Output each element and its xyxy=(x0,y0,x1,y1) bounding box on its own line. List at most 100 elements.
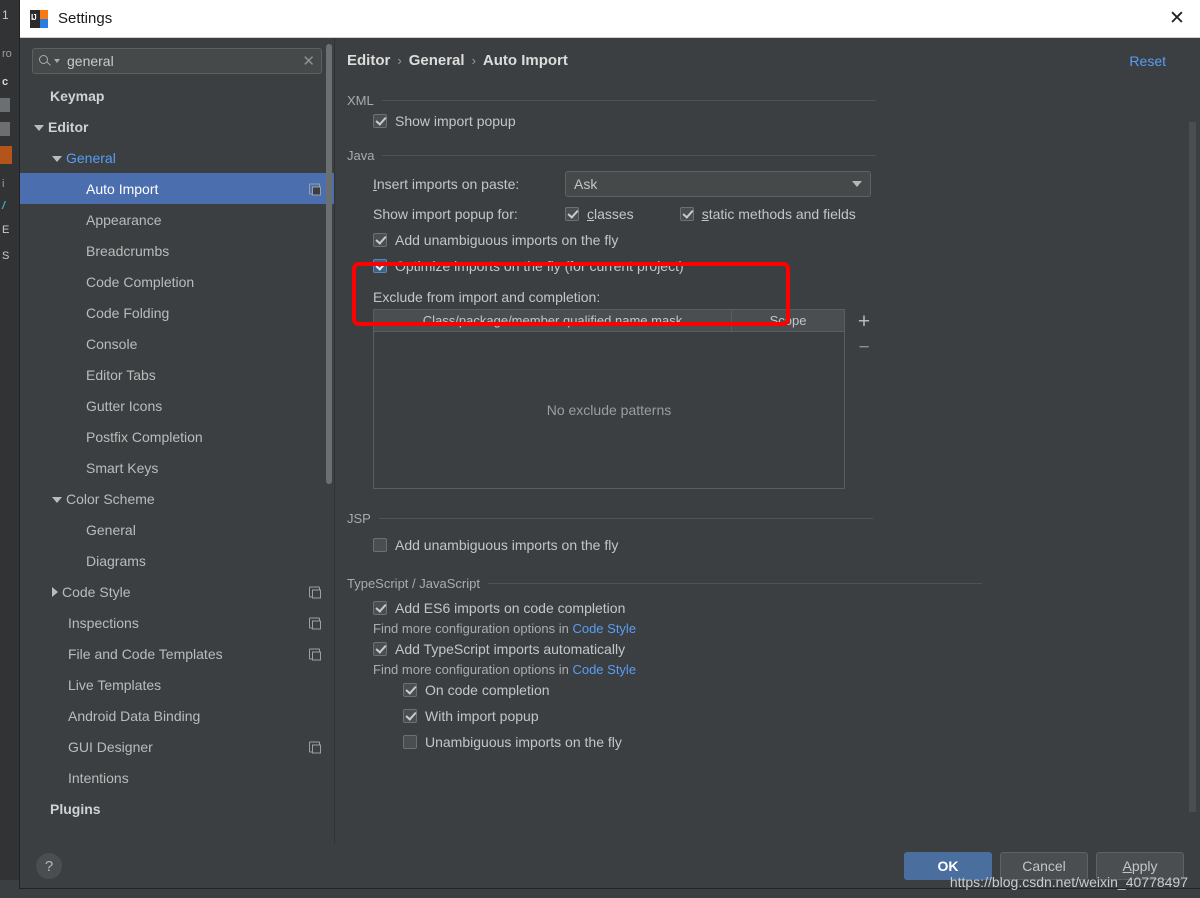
section-header-java: Java xyxy=(347,148,1200,163)
copy-icon[interactable] xyxy=(309,617,321,629)
sidebar-item-label: Breadcrumbs xyxy=(86,242,170,259)
checkbox-row-add-es6[interactable]: Add ES6 imports on code completion xyxy=(373,595,1200,621)
label-add-ts: Add TypeScript imports automatically xyxy=(395,641,626,657)
checkbox-row-jsp-add-unambiguous[interactable]: Add unambiguous imports on the fly xyxy=(373,532,1200,558)
chevron-down-icon[interactable] xyxy=(54,59,60,63)
sidebar-item-keymap[interactable]: Keymap xyxy=(20,80,334,111)
checkbox-row-with-import-popup[interactable]: With import popup xyxy=(403,703,1200,729)
sidebar-item-smart-keys[interactable]: Smart Keys xyxy=(20,452,334,483)
table-column-header-mask[interactable]: Class/package/member qualified name mask xyxy=(374,310,732,331)
exclude-table[interactable]: Class/package/member qualified name mask… xyxy=(373,309,845,489)
checkbox-row-on-code-completion[interactable]: On code completion xyxy=(403,677,1200,703)
checkbox-with-import-popup[interactable] xyxy=(403,709,417,723)
breadcrumb-item-editor[interactable]: Editor xyxy=(347,52,390,69)
sidebar-item-editor[interactable]: Editor xyxy=(20,111,334,142)
chevron-down-icon[interactable] xyxy=(52,155,62,162)
breadcrumb-separator: › xyxy=(397,53,402,68)
help-button[interactable]: ? xyxy=(36,853,62,879)
code-style-link[interactable]: Code Style xyxy=(572,662,636,677)
sidebar-item-console[interactable]: Console xyxy=(20,328,334,359)
code-style-link[interactable]: Code Style xyxy=(572,621,636,636)
label-static-methods-and-fields: static methods and fields xyxy=(701,206,856,222)
breadcrumb-item-general[interactable]: General xyxy=(409,52,465,69)
sidebar-item-editor-tabs[interactable]: Editor Tabs xyxy=(20,359,334,390)
breadcrumb-item-auto-import[interactable]: Auto Import xyxy=(483,52,568,69)
add-exclude-button[interactable]: + xyxy=(851,309,877,335)
checkbox-add-es6[interactable] xyxy=(373,601,387,615)
sidebar-item-breadcrumbs[interactable]: Breadcrumbs xyxy=(20,235,334,266)
reset-link[interactable]: Reset xyxy=(1129,53,1166,69)
field-insert-imports-on-paste: Insert imports on paste: Ask xyxy=(373,167,1200,201)
copy-icon[interactable] xyxy=(309,586,321,598)
sidebar-item-diagrams[interactable]: Diagrams xyxy=(20,545,334,576)
chevron-down-icon[interactable] xyxy=(34,124,44,131)
chevron-down-icon[interactable] xyxy=(52,496,62,503)
sidebar-item-inspections[interactable]: Inspections xyxy=(20,607,334,638)
checkbox-optimize-imports[interactable] xyxy=(373,259,387,273)
checkbox-unambiguous-on-fly[interactable] xyxy=(403,735,417,749)
table-column-header-scope[interactable]: Scope xyxy=(732,310,844,331)
section-header-ts-js: TypeScript / JavaScript xyxy=(347,576,1200,591)
section-title-java: Java xyxy=(347,148,375,163)
sidebar-item-intentions[interactable]: Intentions xyxy=(20,762,334,793)
table-header-row: Class/package/member qualified name mask… xyxy=(374,310,844,332)
checkbox-java-add-unambiguous[interactable] xyxy=(373,233,387,247)
checkbox-row-optimize-imports[interactable]: Optimize imports on the fly (for current… xyxy=(373,253,1200,279)
sidebar-item-plugins[interactable]: Plugins xyxy=(20,793,334,824)
label-show-import-popup-for: Show import popup for: xyxy=(373,206,518,222)
sidebar-item-gutter-icons[interactable]: Gutter Icons xyxy=(20,390,334,421)
search-input[interactable] xyxy=(65,52,297,70)
sidebar-item-gui-designer[interactable]: GUI Designer xyxy=(20,731,334,762)
divider xyxy=(381,100,876,101)
sidebar-item-general[interactable]: General xyxy=(20,142,334,173)
sidebar-item-general[interactable]: General xyxy=(20,514,334,545)
checkbox-row-unambiguous-on-fly[interactable]: Unambiguous imports on the fly xyxy=(403,729,1200,755)
checkbox-xml-show-import-popup[interactable] xyxy=(373,114,387,128)
sidebar-item-android-data-binding[interactable]: Android Data Binding xyxy=(20,700,334,731)
section-header-jsp: JSP xyxy=(347,511,1200,526)
sidebar-item-label: General xyxy=(86,521,136,538)
sidebar-item-label: Keymap xyxy=(50,87,105,104)
label-xml-show-import-popup: Show import popup xyxy=(395,113,516,129)
sidebar-item-appearance[interactable]: Appearance xyxy=(20,204,334,235)
checkbox-row-xml-show-import-popup[interactable]: Show import popup xyxy=(373,108,1200,134)
sidebar-item-code-folding[interactable]: Code Folding xyxy=(20,297,334,328)
sidebar-item-label: Editor Tabs xyxy=(86,366,156,383)
sidebar-item-live-templates[interactable]: Live Templates xyxy=(20,669,334,700)
remove-exclude-button[interactable]: − xyxy=(851,335,877,361)
checkbox-row-java-add-unambiguous[interactable]: Add unambiguous imports on the fly xyxy=(373,227,1200,253)
checkbox-jsp-add-unambiguous[interactable] xyxy=(373,538,387,552)
search-box[interactable]: ✕ xyxy=(32,48,322,74)
chevron-right-icon[interactable] xyxy=(52,586,58,597)
sidebar-item-postfix-completion[interactable]: Postfix Completion xyxy=(20,421,334,452)
checkbox-row-add-ts[interactable]: Add TypeScript imports automatically xyxy=(373,636,1200,662)
sidebar-item-code-style[interactable]: Code Style xyxy=(20,576,334,607)
sidebar-item-label: Plugins xyxy=(50,800,101,817)
checkbox-static-methods-and-fields[interactable] xyxy=(679,207,694,221)
copy-icon[interactable] xyxy=(309,183,321,195)
sidebar-scrollbar[interactable] xyxy=(326,44,332,484)
checkbox-add-ts[interactable] xyxy=(373,642,387,656)
detail-panel-scrollbar[interactable] xyxy=(1189,122,1196,812)
checkbox-classes[interactable] xyxy=(565,207,579,221)
sidebar-item-label: Editor xyxy=(48,118,89,135)
sidebar-item-color-scheme[interactable]: Color Scheme xyxy=(20,483,334,514)
close-icon[interactable]: ✕ xyxy=(1154,0,1200,38)
copy-icon[interactable] xyxy=(309,741,321,753)
copy-icon[interactable] xyxy=(309,648,321,660)
clear-search-icon[interactable]: ✕ xyxy=(296,52,315,70)
hint-prefix: Find more configuration options in xyxy=(373,621,573,636)
label-add-es6: Add ES6 imports on code completion xyxy=(395,600,626,616)
sidebar-item-file-and-code-templates[interactable]: File and Code Templates xyxy=(20,638,334,669)
checkbox-on-code-completion[interactable] xyxy=(403,683,417,697)
dropdown-insert-imports-on-paste[interactable]: Ask xyxy=(565,171,871,197)
sidebar-item-code-completion[interactable]: Code Completion xyxy=(20,266,334,297)
sidebar-item-auto-import[interactable]: Auto Import xyxy=(20,173,334,204)
